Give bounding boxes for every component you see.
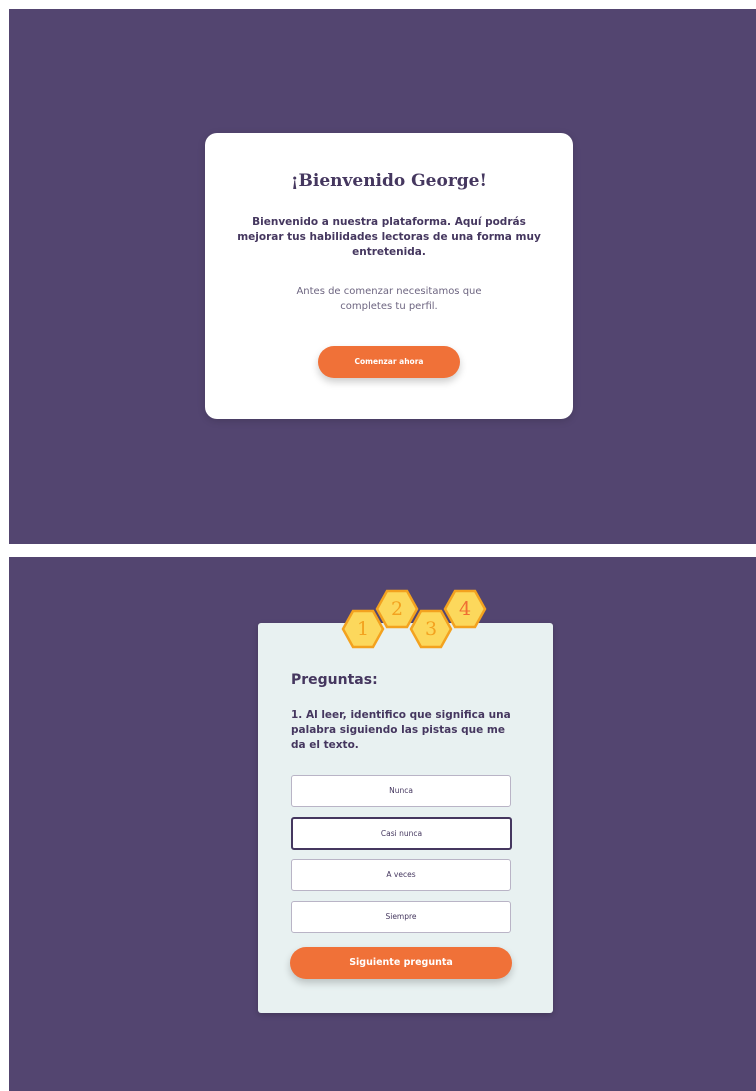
welcome-text: Bienvenido a nuestra plataforma. Aquí po… — [237, 216, 541, 258]
welcome-card: ¡Bienvenido George! Bienvenido a nuestra… — [205, 133, 573, 419]
next-question-button[interactable]: Siguiente pregunta — [290, 947, 512, 979]
questions-heading: Preguntas: — [291, 672, 378, 688]
option-siempre[interactable]: Siempre — [291, 901, 511, 933]
option-a-veces[interactable]: A veces — [291, 859, 511, 891]
question-text: 1. Al leer, identifico que significa una… — [291, 709, 511, 751]
option-nunca[interactable]: Nunca — [291, 775, 511, 807]
welcome-title: ¡Bienvenido George! — [291, 171, 487, 191]
option-casi-nunca[interactable]: Casi nunca — [291, 817, 512, 850]
step-indicator: 1 2 3 4 — [339, 583, 499, 653]
start-button[interactable]: Comenzar ahora — [318, 346, 460, 378]
welcome-screen: ¡Bienvenido George! Bienvenido a nuestra… — [9, 9, 756, 544]
questions-screen: Preguntas: 1. Al leer, identifico que si… — [9, 557, 756, 1091]
hexagon-icon: 4 — [443, 587, 487, 631]
welcome-subtext: Antes de comenzar necesitamos que comple… — [296, 286, 482, 312]
step-number: 4 — [458, 598, 472, 620]
question-card: Preguntas: 1. Al leer, identifico que si… — [258, 623, 553, 1013]
